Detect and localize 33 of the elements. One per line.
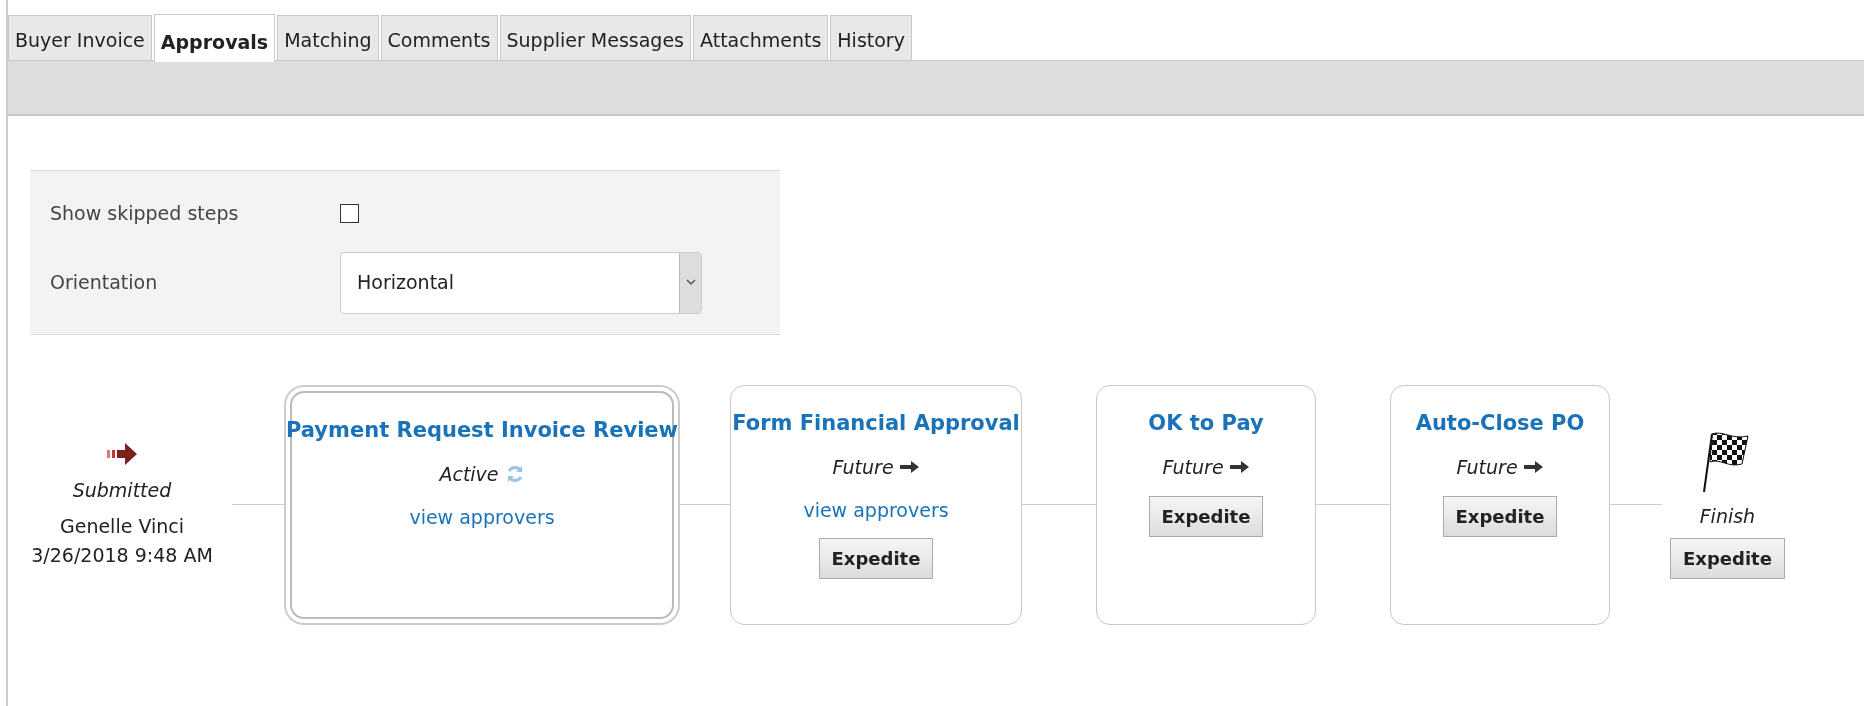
status-text: Future xyxy=(1456,455,1518,480)
expedite-button[interactable]: Expedite xyxy=(1442,495,1558,537)
field-label: Show skipped steps xyxy=(50,201,240,226)
tab[interactable]: Comments xyxy=(380,14,498,60)
status-text: Submitted xyxy=(71,477,173,503)
tab[interactable]: Approvals xyxy=(153,13,276,62)
date-text: 3/26/2018 9:48 AM xyxy=(30,542,214,568)
tab[interactable]: Matching xyxy=(277,14,379,60)
step-title[interactable]: OK to Pay xyxy=(1148,407,1264,439)
dropdown[interactable]: Horizontal xyxy=(340,251,702,314)
step-title[interactable]: Payment Request Invoice Review xyxy=(286,414,678,446)
field-label: Orientation xyxy=(50,270,159,296)
expedite-button[interactable]: Expedite xyxy=(1148,495,1264,537)
status-text: Active xyxy=(439,462,499,487)
arrow-icon xyxy=(1229,460,1250,475)
status-text: Future xyxy=(832,455,894,480)
expedite-button[interactable]: Expedite xyxy=(818,538,934,579)
tab[interactable]: Buyer Invoice xyxy=(8,14,152,60)
tab[interactable]: History xyxy=(830,14,912,60)
step-title[interactable]: Form Financial Approval xyxy=(732,407,1020,439)
arrow-icon xyxy=(899,460,920,475)
chevron-down-icon xyxy=(685,279,696,286)
arrow-icon xyxy=(1523,460,1544,475)
step-title[interactable]: Auto-Close PO xyxy=(1415,407,1585,439)
status-text: Future xyxy=(1162,455,1224,480)
status-text: Finish xyxy=(1699,503,1756,529)
submitter-name: Genelle Vinci xyxy=(58,514,186,540)
view-approvers-link[interactable]: view approvers xyxy=(803,495,949,524)
checkbox[interactable] xyxy=(340,203,359,223)
tab[interactable]: Attachments xyxy=(693,14,829,60)
expedite-button[interactable]: Expedite xyxy=(1670,538,1785,580)
tab[interactable]: Supplier Messages xyxy=(499,14,691,60)
view-approvers-link[interactable]: view approvers xyxy=(409,502,555,531)
